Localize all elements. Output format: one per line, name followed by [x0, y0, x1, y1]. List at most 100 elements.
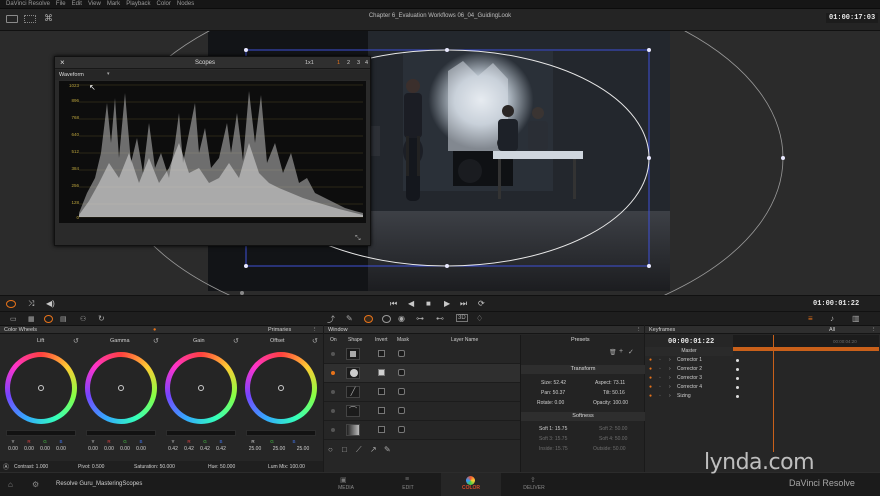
gain-b-value[interactable]: 0.42 [214, 446, 228, 452]
volume-icon[interactable]: ◀) [46, 296, 55, 312]
window-row-gradient[interactable] [324, 421, 520, 440]
visibility-icon[interactable]: ◦ [659, 374, 661, 383]
add-icon[interactable]: + [619, 348, 623, 355]
gamma-g-value[interactable]: 0.00 [118, 446, 132, 452]
reset-icon[interactable]: ↺ [233, 337, 239, 345]
deliver-page-icon[interactable]: ⇪ [530, 476, 536, 484]
track-item[interactable]: ● ◦ › Corrector 1 [645, 356, 733, 365]
opacity-value[interactable]: Opacity: 100.00 [593, 400, 628, 406]
tilt-value[interactable]: Tilt: 50.16 [603, 390, 625, 396]
offset-master-slider[interactable] [246, 430, 316, 436]
soft1-value[interactable]: Soft 1: 15.75 [539, 426, 567, 432]
invert-checkbox[interactable] [378, 407, 385, 414]
panel-menu-icon[interactable]: ⋮ [312, 326, 318, 334]
shuffle-icon[interactable]: ⤨ [28, 296, 34, 312]
gamma-wheel-handle[interactable] [118, 385, 124, 391]
menu-file[interactable]: File [56, 1, 66, 7]
keyframe-marker[interactable] [736, 386, 739, 389]
rgb-mixer-icon[interactable]: ▤ [60, 315, 67, 323]
window-row-curve[interactable]: ⌒ [324, 402, 520, 421]
soft2-value[interactable]: Soft 2: 50.00 [599, 426, 627, 432]
circle-window-icon[interactable] [346, 367, 360, 379]
window-row-linear[interactable] [324, 345, 520, 364]
node-graph-icon[interactable]: ⌘ [44, 13, 53, 24]
window-on-toggle[interactable] [331, 428, 335, 432]
gain-master-slider[interactable] [166, 430, 236, 436]
lift-b-value[interactable]: 0.00 [54, 446, 68, 452]
menu-mark[interactable]: Mark [107, 1, 120, 7]
curves-icon[interactable]: ⤴ [327, 314, 335, 325]
lift-master-slider[interactable] [6, 430, 76, 436]
reset-icon[interactable]: ↺ [312, 337, 318, 345]
inside-value[interactable]: Inside: 15.75 [539, 446, 568, 452]
soft3-value[interactable]: Soft 3: 15.75 [539, 436, 567, 442]
color-page-icon[interactable] [466, 476, 475, 485]
panel-menu-icon[interactable]: ⋮ [871, 326, 877, 334]
scopes-page-3[interactable]: 3 [357, 60, 360, 66]
outside-value[interactable]: Outside: 50.00 [593, 446, 626, 452]
pen-tool-icon[interactable]: ✎ [384, 445, 391, 454]
lift-wheel-handle[interactable] [38, 385, 44, 391]
soft4-value[interactable]: Soft 4: 50.00 [599, 436, 627, 442]
menu-color[interactable]: Color [157, 1, 171, 7]
lock-icon[interactable]: ● [649, 365, 652, 374]
gamma-y-value[interactable]: 0.00 [86, 446, 100, 452]
menu-playback[interactable]: Playback [126, 1, 150, 7]
track-item[interactable]: ● ◦ › Sizing [645, 392, 733, 401]
linear-window-icon[interactable] [346, 348, 360, 360]
gain-y-value[interactable]: 0.42 [166, 446, 180, 452]
window-on-toggle[interactable] [331, 390, 335, 394]
gain-g-value[interactable]: 0.42 [198, 446, 212, 452]
scope-type-select[interactable]: Waveform [59, 72, 84, 78]
first-frame-button[interactable]: ⏮ [390, 296, 397, 312]
scopes-layout-select[interactable]: 1x1 [305, 60, 314, 66]
expand-icon[interactable]: › [669, 383, 671, 392]
square-tool-icon[interactable]: □ [342, 445, 347, 454]
tab-color[interactable]: COLOR [441, 485, 501, 491]
audio-icon[interactable]: ♪ [830, 314, 834, 323]
scopes-page-4[interactable]: 4 [365, 60, 368, 66]
curve-window-icon[interactable]: ⌒ [346, 405, 360, 417]
size-value[interactable]: Size: 52.42 [541, 380, 566, 386]
invert-checkbox[interactable] [378, 388, 385, 395]
polygon-window-icon[interactable]: ╱ [346, 386, 360, 398]
circle-tool-icon[interactable]: ○ [328, 445, 333, 454]
clip-mode-icon[interactable] [6, 300, 16, 308]
pan-value[interactable]: Pan: 50.37 [541, 390, 565, 396]
rotate-value[interactable]: Rotate: 0.00 [537, 400, 564, 406]
hue-value[interactable]: Hue: 50.000 [208, 464, 235, 470]
stop-button[interactable]: ■ [426, 296, 431, 312]
close-icon[interactable]: × [60, 58, 65, 67]
qualifier-icon[interactable]: ✎ [346, 314, 353, 323]
menu-nodes[interactable]: Nodes [177, 1, 194, 7]
reset-icon[interactable]: ↺ [153, 337, 159, 345]
playhead[interactable] [773, 335, 774, 452]
track-item[interactable]: ● ◦ › Corrector 4 [645, 383, 733, 392]
key-icon[interactable]: ⊶ [416, 314, 424, 323]
scopes-page-1[interactable]: 1 [337, 60, 340, 66]
keyframe-marker[interactable] [736, 395, 739, 398]
mask-toggle[interactable] [398, 426, 405, 433]
mask-toggle[interactable] [398, 350, 405, 357]
3d-icon[interactable]: 3D [456, 314, 468, 322]
panel-menu-icon[interactable]: ⋮ [636, 326, 642, 334]
reset-icon[interactable]: ↺ [73, 337, 79, 345]
keyframe-marker[interactable] [736, 368, 739, 371]
track-item[interactable]: ● ◦ › Corrector 2 [645, 365, 733, 374]
last-frame-button[interactable]: ⏭ [460, 296, 467, 312]
play-button[interactable]: ▶ [444, 296, 450, 312]
lock-icon[interactable]: ● [649, 374, 652, 383]
keyframe-marker[interactable] [736, 377, 739, 380]
lift-y-value[interactable]: 0.00 [6, 446, 20, 452]
color-wheels-icon[interactable] [44, 315, 53, 323]
gradient-window-icon[interactable] [346, 424, 360, 436]
refresh-icon[interactable]: ↻ [98, 314, 105, 323]
offset-b-value[interactable]: 25.00 [294, 446, 312, 452]
reverse-play-button[interactable]: ◀ [408, 296, 414, 312]
gallery-icon[interactable] [6, 15, 18, 23]
expand-icon[interactable]: › [669, 374, 671, 383]
invert-checkbox[interactable] [378, 426, 385, 433]
lum-mix-value[interactable]: Lum Mix: 100.00 [268, 464, 305, 470]
blur-icon[interactable]: ◉ [398, 314, 405, 323]
lift-r-value[interactable]: 0.00 [22, 446, 36, 452]
